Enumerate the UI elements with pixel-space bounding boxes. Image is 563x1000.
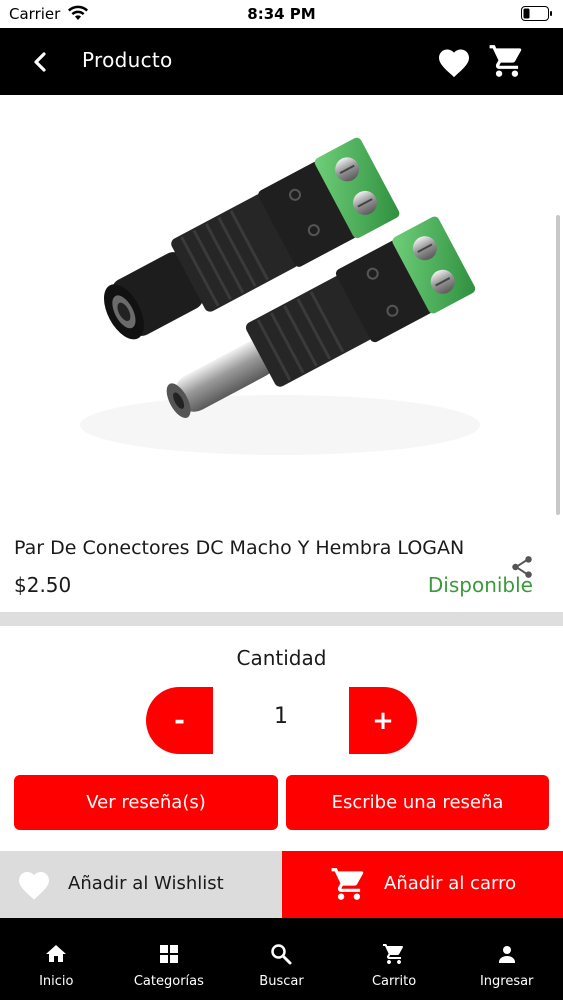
app-header: Producto (0, 28, 563, 95)
cart-icon (383, 944, 404, 964)
tab-carrito[interactable]: Carrito (338, 918, 451, 1000)
image-scrollbar[interactable] (556, 215, 560, 515)
heart-icon (439, 49, 469, 77)
tab-ingresar[interactable]: Ingresar (450, 918, 563, 1000)
wishlist-header-button[interactable] (434, 42, 474, 80)
availability-status: Disponible (427, 573, 533, 597)
home-icon (46, 945, 67, 962)
tab-categorias[interactable]: Categorías (113, 918, 226, 1000)
product-image[interactable] (0, 95, 563, 525)
back-button[interactable] (22, 44, 58, 80)
quantity-value: 1 (274, 704, 288, 729)
tab-label: Buscar (259, 974, 304, 989)
bottom-tab-bar: Inicio Categorías Buscar Carrito Ingresa… (0, 918, 563, 1000)
quantity-label: Cantidad (236, 646, 327, 670)
tab-label: Inicio (39, 974, 74, 989)
status-time: 8:34 PM (247, 5, 316, 23)
tab-buscar[interactable]: Buscar (225, 918, 338, 1000)
add-to-cart-label: Añadir al carro (384, 873, 517, 894)
cart-header-button[interactable] (486, 41, 528, 81)
cart-icon (489, 45, 522, 77)
quantity-increase-button[interactable]: + (349, 687, 417, 754)
tab-inicio[interactable]: Inicio (0, 918, 113, 1000)
page-title: Producto (82, 48, 173, 72)
product-price: $2.50 (14, 573, 72, 597)
view-reviews-button[interactable]: Ver reseña(s) (14, 775, 278, 830)
section-divider (0, 612, 563, 626)
battery-icon (521, 6, 552, 21)
person-icon (498, 946, 515, 963)
chevron-left-icon (34, 52, 46, 72)
write-review-button[interactable]: Escribe una reseña (286, 775, 549, 830)
connector-image (80, 137, 480, 455)
status-bar: Carrier 8:34 PM (0, 0, 563, 28)
tab-label: Carrito (371, 974, 417, 989)
cart-icon (331, 868, 364, 900)
add-to-cart-button[interactable]: Añadir al carro (282, 851, 563, 918)
product-name: Par De Conectores DC Macho Y Hembra LOGA… (14, 537, 465, 559)
grid-icon (159, 945, 178, 963)
quantity-decrease-button[interactable]: - (146, 687, 213, 754)
heart-icon (19, 872, 49, 900)
add-to-wishlist-button[interactable]: Añadir al Wishlist (0, 851, 282, 918)
wishlist-label: Añadir al Wishlist (68, 873, 224, 894)
tab-label: Categorías (133, 974, 204, 989)
tab-label: Ingresar (479, 974, 534, 989)
search-icon (271, 944, 292, 965)
